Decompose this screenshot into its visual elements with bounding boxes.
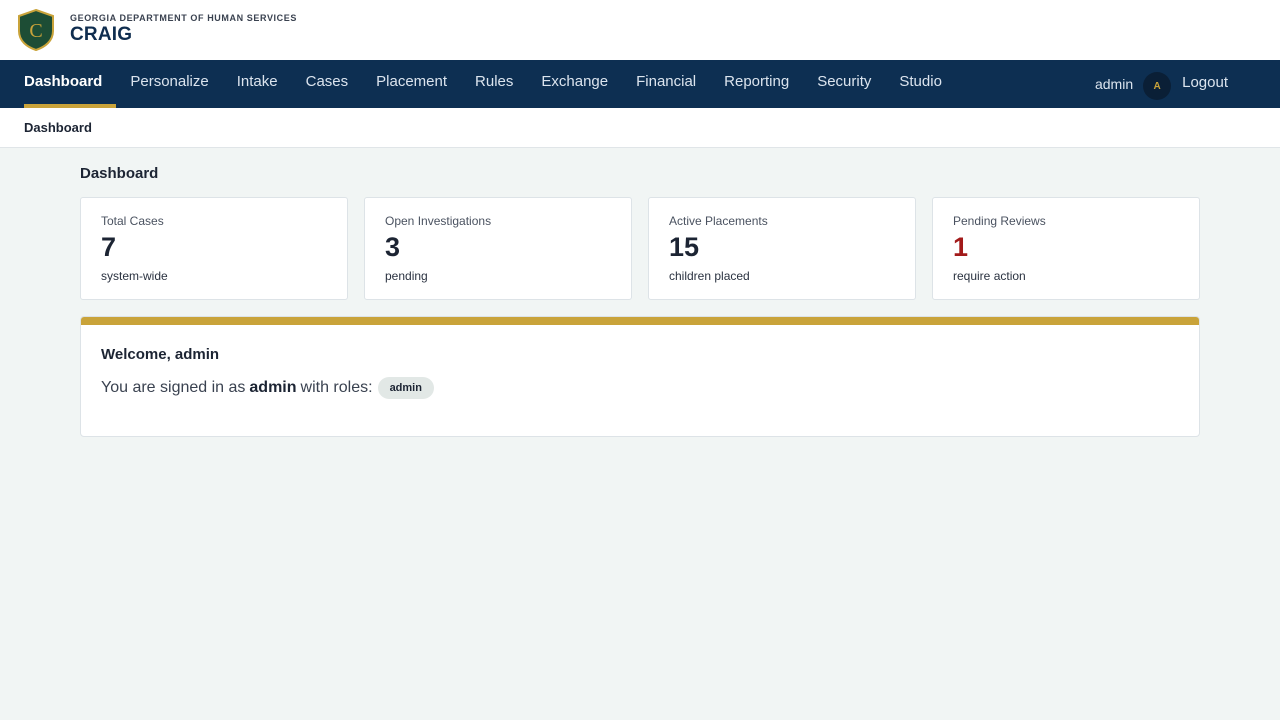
stat-value: 3 (385, 232, 401, 262)
welcome-title: Welcome, admin (101, 346, 220, 363)
welcome-accent-bar (81, 317, 1199, 325)
app-title[interactable]: CRAIG (70, 24, 132, 46)
stat-subtitle: system-wide (101, 269, 168, 283)
welcome-text-after: with roles: (300, 379, 373, 396)
logout-link[interactable]: Logout (1182, 74, 1228, 91)
page-title: Dashboard (80, 165, 159, 182)
stat-value: 15 (669, 232, 700, 262)
current-user-name: admin (1094, 76, 1134, 92)
nav-item-dashboard[interactable]: Dashboard (10, 60, 117, 108)
nav-item-studio[interactable]: Studio (885, 60, 956, 108)
svg-text:C: C (29, 20, 42, 42)
stat-card-active-placements[interactable]: Active Placements 15 children placed (648, 197, 916, 300)
avatar[interactable]: A (1143, 72, 1172, 100)
welcome-panel: Welcome, admin You are signed in as admi… (80, 316, 1200, 437)
stat-card-pending-reviews[interactable]: Pending Reviews 1 require action (932, 197, 1200, 300)
nav-item-rules[interactable]: Rules (461, 60, 527, 108)
nav-item-personalize[interactable]: Personalize (116, 60, 222, 108)
stat-subtitle: require action (953, 269, 1026, 283)
stat-card-open-investigations[interactable]: Open Investigations 3 pending (364, 197, 632, 300)
stat-subtitle: pending (385, 269, 428, 283)
main-nav: Dashboard Personalize Intake Cases Place… (0, 60, 1280, 108)
user-menu: admin A Logout (1095, 60, 1228, 108)
welcome-message: You are signed in as admin with roles: a… (101, 377, 434, 399)
stat-subtitle: children placed (669, 269, 750, 283)
stat-value: 1 (953, 232, 969, 262)
app-header: C GEORGIA DEPARTMENT OF HUMAN SERVICES C… (0, 0, 1280, 60)
role-badge: admin (377, 377, 434, 399)
stat-label: Active Placements (669, 214, 768, 228)
nav-item-exchange[interactable]: Exchange (527, 60, 622, 108)
stat-label: Open Investigations (385, 214, 492, 228)
breadcrumb: Dashboard (24, 120, 92, 135)
stat-card-total-cases[interactable]: Total Cases 7 system-wide (80, 197, 348, 300)
nav-item-placement[interactable]: Placement (362, 60, 461, 108)
nav-item-financial[interactable]: Financial (622, 60, 710, 108)
welcome-username: admin (249, 379, 297, 396)
welcome-text-before: You are signed in as (101, 379, 246, 396)
shield-logo-icon[interactable]: C (17, 9, 55, 51)
nav-item-intake[interactable]: Intake (223, 60, 292, 108)
stat-label: Total Cases (101, 214, 164, 228)
nav-item-cases[interactable]: Cases (292, 60, 363, 108)
nav-item-reporting[interactable]: Reporting (710, 60, 803, 108)
stat-label: Pending Reviews (953, 214, 1046, 228)
nav-items: Dashboard Personalize Intake Cases Place… (10, 60, 956, 108)
nav-item-security[interactable]: Security (803, 60, 885, 108)
agency-name: GEORGIA DEPARTMENT OF HUMAN SERVICES (70, 13, 297, 23)
stat-value: 7 (101, 232, 117, 262)
breadcrumb-bar: Dashboard (0, 108, 1280, 148)
